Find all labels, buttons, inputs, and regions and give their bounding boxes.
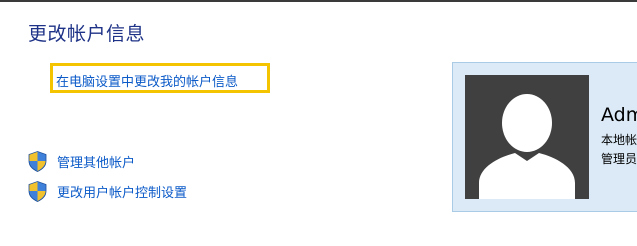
top-border [0, 0, 637, 2]
uac-settings-label: 更改用户帐户控制设置 [57, 186, 188, 201]
user-avatar [465, 75, 589, 199]
manage-other-accounts-label: 管理其他帐户 [57, 156, 136, 171]
uac-shield-icon [28, 151, 47, 172]
pc-settings-link[interactable]: 在电脑设置中更改我的帐户信息 [56, 71, 238, 90]
account-settings-page: 更改帐户信息 在电脑设置中更改我的帐户信息 管理其他帐户 更改用户帐户控制设置 … [0, 0, 637, 246]
manage-other-accounts-link[interactable]: 管理其他帐户 [28, 151, 135, 172]
page-title: 更改帐户信息 [28, 23, 146, 45]
account-role: 管理员 [601, 152, 637, 166]
uac-settings-link[interactable]: 更改用户帐户控制设置 [28, 181, 187, 202]
account-name: Adm [601, 104, 637, 126]
uac-shield-icon [28, 181, 47, 202]
account-type: 本地帐 [601, 133, 637, 147]
user-silhouette-icon [479, 94, 575, 199]
